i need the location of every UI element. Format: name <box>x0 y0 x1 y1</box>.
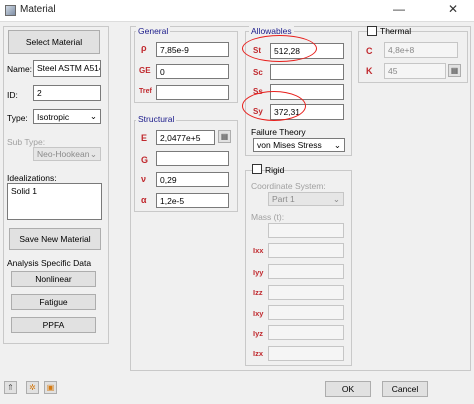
fatigue-button[interactable]: Fatigue <box>11 294 96 310</box>
structural-title: Structural <box>136 114 177 124</box>
tref-symbol: Tref <box>139 88 152 95</box>
k-symbol: K <box>366 66 373 76</box>
failure-theory-value: von Mises Stress <box>257 140 322 150</box>
rho-field[interactable]: 7,85e-9 <box>156 42 229 57</box>
ge-field[interactable]: 0 <box>156 64 229 79</box>
rigid-checkbox[interactable] <box>252 164 262 174</box>
ixy-symbol: Ixy <box>253 309 264 318</box>
izz-field[interactable] <box>268 285 344 300</box>
tref-field[interactable] <box>156 85 229 100</box>
chevron-down-icon: ⌄ <box>89 148 97 159</box>
iyy-field[interactable] <box>268 264 344 279</box>
sc-field[interactable] <box>270 64 344 80</box>
coordinate-system-label: Coordinate System: <box>251 181 326 191</box>
g-field[interactable] <box>156 151 229 166</box>
ixy-field[interactable] <box>268 305 344 320</box>
chevron-down-icon: ⌄ <box>333 139 341 150</box>
cancel-button[interactable]: Cancel <box>382 381 428 397</box>
window-title: Material <box>20 4 56 15</box>
thermal-checkbox[interactable] <box>367 26 377 36</box>
g-symbol: G <box>141 155 149 165</box>
c-field[interactable]: 4,8e+8 <box>384 42 458 58</box>
title-bar: Material — ✕ <box>0 0 474 22</box>
subtype-label: Sub Type: <box>7 137 46 147</box>
ok-button[interactable]: OK <box>325 381 371 397</box>
izx-symbol: Izx <box>253 349 264 358</box>
subtype-select-value: Neo-Hookean <box>37 149 90 159</box>
type-label: Type: <box>7 113 28 123</box>
chevron-down-icon: ⌄ <box>332 193 340 204</box>
coordinate-system-value: Part 1 <box>272 194 295 204</box>
c-symbol: C <box>366 46 373 56</box>
id-field[interactable]: 2 <box>33 85 101 101</box>
general-title: General <box>136 26 171 36</box>
list-item[interactable]: Solid 1 <box>11 186 98 196</box>
ixx-symbol: Ixx <box>253 246 264 255</box>
rigid-label: Rigid <box>265 165 285 175</box>
k-field[interactable]: 45 <box>384 63 446 79</box>
e-field[interactable]: 2,0477e+5 <box>156 130 215 145</box>
idealizations-label: Idealizations: <box>7 173 57 183</box>
failure-theory-select[interactable]: von Mises Stress ⌄ <box>253 138 345 152</box>
settings-icon[interactable]: ✲ <box>26 381 39 394</box>
units-icon[interactable]: ▣ <box>44 381 57 394</box>
ppfa-button[interactable]: PPFA <box>11 317 96 333</box>
minimize-button[interactable]: — <box>390 2 408 16</box>
ge-symbol: GE <box>139 66 151 75</box>
chevron-down-icon: ⌄ <box>89 111 97 121</box>
type-select[interactable]: Isotropic ⌄ <box>33 109 101 124</box>
alpha-symbol: α <box>141 195 147 205</box>
e-symbol: E <box>141 133 148 143</box>
type-select-value: Isotropic <box>37 111 70 122</box>
annotation-circle-sy <box>242 91 306 121</box>
idealizations-list[interactable]: Solid 1 <box>7 183 102 220</box>
izz-symbol: Izz <box>253 288 263 297</box>
ixx-field[interactable] <box>268 243 344 258</box>
nu-field[interactable]: 0,29 <box>156 172 229 187</box>
alpha-field[interactable]: 1,2e-5 <box>156 193 229 208</box>
rho-symbol: ρ <box>141 43 147 53</box>
thermal-label: Thermal <box>380 26 412 36</box>
annotation-circle-st <box>242 35 317 62</box>
material-app-icon <box>5 5 16 16</box>
collapse-icon[interactable]: ⇑ <box>4 381 17 394</box>
calculator-icon[interactable]: ▦ <box>218 130 231 143</box>
calculator-icon[interactable]: ▦ <box>448 64 461 77</box>
select-material-button[interactable]: Select Material <box>8 30 100 54</box>
failure-theory-label: Failure Theory <box>251 127 306 137</box>
id-label: ID: <box>7 90 18 100</box>
save-new-material-button[interactable]: Save New Material <box>9 228 101 250</box>
mass-label: Mass (t): <box>251 212 285 222</box>
iyy-symbol: Iyy <box>253 268 264 277</box>
sc-symbol: Sc <box>253 68 263 77</box>
name-field[interactable]: Steel ASTM A514 <box>33 60 101 77</box>
iyz-field[interactable] <box>268 325 344 340</box>
iyz-symbol: Iyz <box>253 329 264 338</box>
nu-symbol: ν <box>141 174 147 184</box>
subtype-select[interactable]: Neo-Hookean ⌄ <box>33 147 101 161</box>
mass-field[interactable] <box>268 223 344 238</box>
close-button[interactable]: ✕ <box>444 2 462 16</box>
coordinate-system-select[interactable]: Part 1 ⌄ <box>268 192 344 206</box>
name-label: Name: <box>7 64 33 74</box>
nonlinear-button[interactable]: Nonlinear <box>11 271 96 287</box>
analysis-data-label: Analysis Specific Data <box>7 258 92 268</box>
izx-field[interactable] <box>268 346 344 361</box>
